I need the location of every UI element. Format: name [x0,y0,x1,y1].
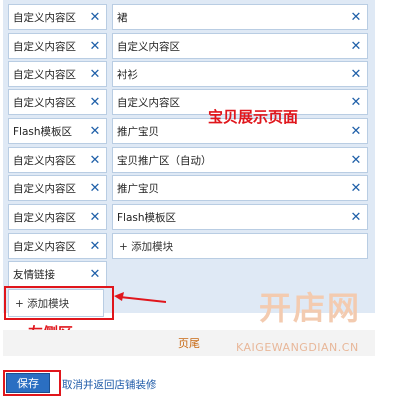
module-label: 自定义内容区 [117,40,180,53]
close-icon[interactable]: ✕ [349,210,363,225]
left-module[interactable]: 自定义内容区 ✕ [8,175,107,201]
close-icon[interactable]: ✕ [88,181,102,196]
module-label: Flash模板区 [13,125,73,138]
module-label: 自定义内容区 [13,40,76,53]
module-label: 自定义内容区 [13,182,76,195]
footer-label: 页尾 [178,337,200,350]
main-module[interactable]: 宝贝推广区（自动） ✕ [112,147,368,173]
main-module[interactable]: 推广宝贝 ✕ [112,175,368,201]
close-icon[interactable]: ✕ [88,67,102,82]
main-module[interactable]: 自定义内容区 ✕ [112,33,368,59]
left-module[interactable]: 友情链接 ✕ [8,261,107,287]
module-label: Flash模板区 [117,211,177,224]
module-label: 衬衫 [117,68,138,81]
close-icon[interactable]: ✕ [88,210,102,225]
main-area-annotation: 宝贝展示页面 [208,108,299,126]
close-icon[interactable]: ✕ [88,95,102,110]
module-label: 宝贝推广区（自动） [117,154,212,167]
module-label: 自定义内容区 [13,68,76,81]
module-label: 裙 [117,11,128,24]
close-icon[interactable]: ✕ [88,124,102,139]
left-module[interactable]: 自定义内容区 ✕ [8,147,107,173]
module-label: 自定义内容区 [13,11,76,24]
close-icon[interactable]: ✕ [349,124,363,139]
highlight-box-left-add [4,286,114,320]
left-module[interactable]: Flash模板区 ✕ [8,118,107,144]
left-module[interactable]: 自定义内容区 ✕ [8,89,107,115]
left-module[interactable]: 自定义内容区 ✕ [8,233,107,259]
module-label: 推广宝贝 [117,182,159,195]
left-module[interactable]: 自定义内容区 ✕ [8,61,107,87]
left-module[interactable]: 自定义内容区 ✕ [8,33,107,59]
left-module[interactable]: 自定义内容区 ✕ [8,4,107,30]
red-arrow-icon [114,292,166,303]
module-label: 自定义内容区 [13,96,76,109]
main-module[interactable]: Flash模板区 ✕ [112,204,368,230]
module-label: 友情链接 [13,268,55,281]
main-module[interactable]: 裙 ✕ [112,4,368,30]
module-label: 自定义内容区 [13,154,76,167]
highlight-box-save [3,370,61,396]
watermark-logo-text: 开店网 [258,289,361,327]
close-icon[interactable]: ✕ [88,267,102,282]
main-module[interactable]: 衬衫 ✕ [112,61,368,87]
watermark-logo: 开店网 [235,283,385,329]
add-module-main-button[interactable]: + 添加模块 [112,233,368,259]
close-icon[interactable]: ✕ [88,10,102,25]
left-module[interactable]: 自定义内容区 ✕ [8,204,107,230]
close-icon[interactable]: ✕ [349,95,363,110]
module-label: 自定义内容区 [13,240,76,253]
module-label: 自定义内容区 [13,211,76,224]
close-icon[interactable]: ✕ [88,39,102,54]
close-icon[interactable]: ✕ [349,67,363,82]
close-icon[interactable]: ✕ [88,153,102,168]
close-icon[interactable]: ✕ [88,239,102,254]
close-icon[interactable]: ✕ [349,181,363,196]
close-icon[interactable]: ✕ [349,10,363,25]
close-icon[interactable]: ✕ [349,39,363,54]
cancel-return-link[interactable]: 取消并返回店铺装修 [62,377,157,392]
close-icon[interactable]: ✕ [349,153,363,168]
watermark-url: KAIGEWANGDIAN.CN [236,341,359,354]
